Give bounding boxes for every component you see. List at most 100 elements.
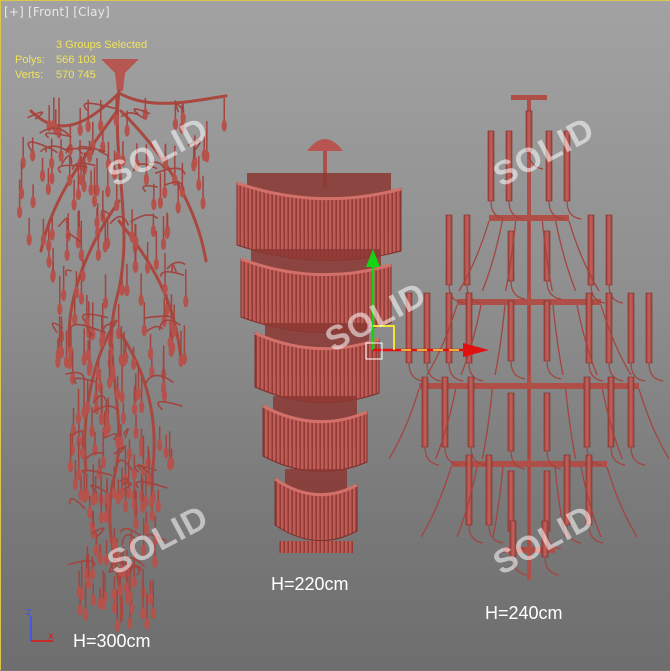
chandelier-spiral-model[interactable] bbox=[236, 139, 402, 553]
crystal-drop bbox=[88, 170, 94, 196]
axis-x-label: x bbox=[48, 631, 54, 642]
crystal-drop bbox=[81, 379, 87, 418]
right-canopy bbox=[511, 95, 547, 100]
height-label-left: H=300cm bbox=[73, 631, 151, 651]
candle-arm bbox=[420, 466, 452, 538]
candle-arm bbox=[565, 388, 577, 460]
candle-arm bbox=[600, 304, 632, 376]
crystal-drop bbox=[81, 328, 87, 366]
candle-tube bbox=[507, 300, 526, 380]
crystal-drop bbox=[179, 162, 185, 198]
crystal-drop bbox=[75, 388, 82, 425]
crystal-drop bbox=[157, 426, 163, 452]
spiral-bottom bbox=[279, 541, 353, 553]
branch-twig bbox=[122, 428, 129, 438]
branch-twig bbox=[142, 184, 158, 193]
spiral-band bbox=[274, 469, 358, 542]
candle-arm bbox=[552, 304, 564, 376]
crystal-drop bbox=[89, 556, 96, 581]
candle-arm bbox=[481, 388, 493, 460]
candle-arm bbox=[606, 466, 638, 538]
branch-twig bbox=[157, 400, 183, 411]
candle-tube bbox=[627, 292, 646, 382]
crystal-drop bbox=[30, 184, 36, 208]
crystal-drop bbox=[26, 217, 32, 246]
branch-twig bbox=[159, 270, 185, 277]
branch-twig bbox=[146, 325, 164, 332]
crystal-drop bbox=[120, 403, 127, 425]
crystal-drop bbox=[76, 441, 82, 481]
crystal-drop bbox=[147, 333, 154, 360]
branch-twig bbox=[57, 217, 69, 228]
crystal-drop bbox=[97, 587, 103, 610]
verts-label: Verts: bbox=[15, 69, 44, 81]
polys-value: 566 103 bbox=[56, 54, 96, 66]
crystal-drop bbox=[102, 274, 109, 309]
candle-tube bbox=[607, 376, 626, 466]
crystal-drop bbox=[90, 583, 96, 607]
candle-arm bbox=[458, 220, 490, 292]
spiral-band bbox=[236, 173, 402, 262]
crystal-drop bbox=[200, 175, 206, 210]
gizmo-x-arrow-icon bbox=[463, 343, 489, 357]
branch-twig bbox=[27, 141, 48, 152]
crystal-drop bbox=[124, 263, 130, 297]
selection-count: 3 Groups Selected bbox=[56, 39, 148, 51]
axis-tripod-icon: z x bbox=[26, 607, 54, 642]
candle-tube bbox=[463, 214, 482, 304]
spiral-bands bbox=[236, 173, 402, 553]
candle-tube bbox=[645, 292, 664, 382]
candle-tube bbox=[465, 454, 484, 544]
candle-tube bbox=[605, 292, 624, 382]
candle-tube bbox=[627, 376, 646, 466]
tier-ring bbox=[419, 383, 639, 389]
candle-tube bbox=[543, 392, 562, 470]
tier-ring bbox=[451, 461, 607, 467]
spiral-band bbox=[262, 396, 368, 473]
crystal-drop bbox=[126, 439, 133, 461]
crystal-drop bbox=[100, 303, 106, 341]
left-canopy bbox=[101, 59, 139, 91]
candle-tube bbox=[605, 214, 624, 304]
branch-twig bbox=[115, 459, 134, 472]
crystal-drop bbox=[221, 97, 227, 132]
crystal-drop bbox=[162, 253, 168, 295]
verts-value: 570 745 bbox=[56, 69, 96, 81]
candle-tube bbox=[441, 376, 460, 466]
crystal-drop bbox=[168, 294, 175, 331]
candle-arm bbox=[492, 466, 504, 538]
crystal-drop bbox=[94, 207, 100, 229]
candle-arm bbox=[388, 388, 420, 460]
branch-twig bbox=[97, 149, 109, 157]
height-label-middle: H=220cm bbox=[271, 574, 349, 594]
crystal-drop bbox=[140, 578, 146, 620]
crystal-drop bbox=[98, 488, 104, 524]
crystal-drop bbox=[111, 576, 117, 601]
crystal-drop bbox=[49, 138, 55, 170]
crystal-drop bbox=[138, 273, 144, 307]
crystal-drop bbox=[133, 414, 139, 439]
crystal-drop bbox=[155, 489, 161, 513]
crystal-drop bbox=[147, 580, 154, 606]
candle-tube bbox=[467, 376, 486, 466]
candle-arm bbox=[638, 388, 670, 460]
candle-arm bbox=[568, 220, 600, 292]
crystal-drop bbox=[163, 434, 169, 459]
branch-twig bbox=[166, 261, 186, 270]
crystal-drop bbox=[58, 139, 64, 163]
candle-tube bbox=[543, 300, 562, 380]
candle-tube bbox=[583, 376, 602, 466]
branch-twig bbox=[144, 374, 174, 385]
crystal-drop bbox=[39, 157, 46, 182]
crystal-drop bbox=[151, 183, 157, 211]
mid-canopy bbox=[307, 139, 343, 151]
candle-tube bbox=[587, 214, 606, 304]
axis-z-label: z bbox=[26, 607, 31, 618]
crystal-drop bbox=[141, 302, 147, 337]
candle-arm bbox=[494, 304, 506, 376]
crystal-drop bbox=[164, 212, 170, 240]
viewport[interactable]: [+] [Front] [Clay] z x SOLID SOLID SOLID… bbox=[0, 0, 670, 670]
candle-tube bbox=[421, 376, 440, 466]
crystal-drop bbox=[119, 362, 125, 404]
candle-tube bbox=[445, 292, 464, 382]
